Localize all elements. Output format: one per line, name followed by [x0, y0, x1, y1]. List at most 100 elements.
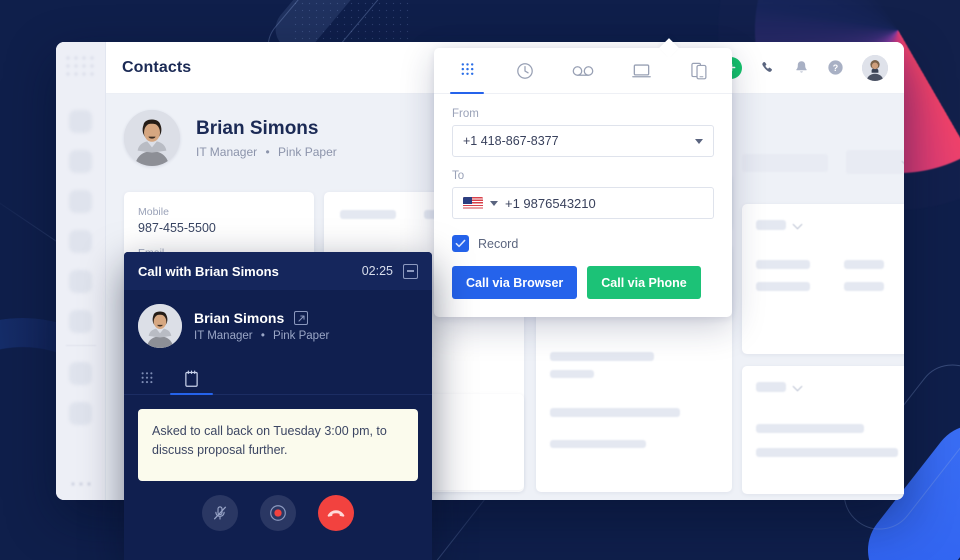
call-contact-role: IT Manager — [194, 330, 253, 342]
record-row[interactable]: Record — [452, 235, 714, 252]
notepad-icon — [185, 370, 198, 387]
call-timer: 02:25 — [361, 264, 393, 278]
from-select[interactable]: +1 418-867-8377 — [452, 125, 714, 157]
placeholder-bar — [756, 424, 864, 433]
devices-icon — [691, 62, 707, 79]
call-window-header: Call with Brian Simons 02:25 — [124, 252, 432, 290]
contact-avatar — [124, 110, 180, 166]
sidebar-item-placeholder[interactable] — [69, 402, 92, 425]
placeholder-bar — [742, 154, 828, 172]
help-button[interactable]: ? — [827, 59, 844, 76]
call-contact-name: Brian Simons — [194, 310, 285, 326]
call-note[interactable]: Asked to call back on Tuesday 3:00 pm, t… — [138, 409, 418, 481]
call-tab-notes[interactable] — [170, 364, 213, 395]
voicemail-icon — [572, 65, 594, 76]
phone-number-input[interactable] — [505, 195, 703, 211]
dialer-actions: Call via Browser Call via Phone — [452, 266, 714, 299]
dialer-body: From +1 418-867-8377 To Record — [434, 94, 732, 317]
page-title: Contacts — [122, 58, 192, 76]
sidebar-item-placeholder[interactable] — [69, 150, 92, 173]
country-flag-icon — [463, 196, 483, 210]
placeholder-bar — [756, 260, 810, 269]
top-bar-actions: ? — [720, 54, 888, 81]
contact-name: Brian Simons — [196, 117, 319, 139]
mute-button[interactable] — [202, 495, 238, 531]
from-label: From — [452, 108, 479, 120]
field-value-mobile: 987-455-5500 — [138, 221, 216, 235]
svg-text:?: ? — [833, 63, 838, 73]
clock-icon — [517, 62, 533, 79]
sidebar-item-placeholder[interactable] — [69, 230, 92, 253]
placeholder-bar — [550, 370, 594, 378]
placeholder-dropdown[interactable] — [846, 150, 904, 174]
sidebar-item-placeholder[interactable] — [69, 270, 92, 293]
desktop-icon — [631, 63, 651, 77]
call-window-tabs — [124, 356, 432, 395]
avatar-image — [124, 110, 180, 166]
field-label-mobile: Mobile — [138, 206, 169, 218]
call-contact-subtitle: IT Manager • Pink Paper — [194, 330, 329, 342]
sidebar-divider — [66, 345, 96, 346]
phone-button[interactable] — [760, 60, 776, 76]
call-via-phone-button[interactable]: Call via Phone — [587, 266, 701, 299]
chevron-down-icon[interactable] — [792, 219, 803, 230]
placeholder-bar — [550, 408, 680, 417]
contact-company: Pink Paper — [278, 144, 337, 159]
placeholder-bar — [844, 260, 884, 269]
tab-dialpad[interactable] — [438, 48, 496, 94]
call-contact: Brian Simons IT Manager • Pink Paper — [124, 290, 432, 348]
call-via-browser-button[interactable]: Call via Browser — [452, 266, 578, 299]
sidebar-rail — [56, 42, 106, 500]
call-controls — [124, 495, 432, 531]
app-logo — [64, 54, 98, 76]
separator: • — [260, 330, 265, 342]
tab-voicemail[interactable] — [554, 48, 612, 93]
mic-muted-icon — [213, 506, 227, 520]
dialer-popover: From +1 418-867-8377 To Record — [434, 38, 732, 317]
sidebar-item-placeholder[interactable] — [69, 190, 92, 213]
separator: • — [265, 144, 270, 159]
sidebar-more-icon[interactable] — [69, 480, 93, 486]
flag-canton — [463, 196, 472, 204]
record-label: Record — [478, 236, 519, 251]
sidebar-item-placeholder[interactable] — [69, 110, 92, 133]
country-chevron-down-icon[interactable] — [490, 200, 498, 206]
external-link-icon — [298, 314, 305, 322]
tab-devices[interactable] — [670, 48, 728, 93]
call-contact-identity: Brian Simons IT Manager • Pink Paper — [194, 310, 329, 342]
from-value: +1 418-867-8377 — [463, 134, 559, 148]
call-contact-company: Pink Paper — [273, 330, 330, 342]
contact-role: IT Manager — [196, 144, 258, 159]
sidebar-item-placeholder[interactable] — [69, 310, 92, 333]
placeholder-bar — [756, 282, 810, 291]
tab-history[interactable] — [496, 48, 554, 93]
call-tab-dialpad[interactable] — [140, 364, 154, 394]
to-label: To — [452, 170, 465, 182]
chevron-down-icon[interactable] — [792, 381, 803, 392]
dialpad-icon — [141, 372, 153, 384]
hangup-icon — [327, 510, 345, 517]
notifications-button[interactable] — [794, 60, 809, 76]
sidebar-item-placeholder[interactable] — [69, 362, 92, 385]
record-button[interactable] — [260, 495, 296, 531]
user-avatar[interactable] — [862, 54, 888, 81]
hangup-button[interactable] — [318, 495, 354, 531]
dialer-tabs — [434, 48, 732, 94]
open-external-button[interactable] — [294, 311, 309, 325]
tab-desktop[interactable] — [612, 48, 670, 93]
chevron-down-icon — [695, 138, 703, 144]
avatar-image — [138, 304, 182, 348]
placeholder-bar — [756, 448, 898, 457]
contact-identity: Brian Simons IT Manager • Pink Paper — [196, 118, 337, 159]
bell-icon — [796, 60, 807, 73]
minimize-button[interactable] — [403, 263, 418, 279]
record-checkbox[interactable] — [452, 235, 469, 252]
avatar-image — [862, 54, 888, 81]
to-field[interactable] — [452, 187, 714, 219]
record-icon — [270, 505, 286, 521]
placeholder-bar — [550, 352, 654, 361]
phone-icon — [762, 61, 772, 72]
placeholder-bar — [844, 282, 884, 291]
placeholder-card — [742, 366, 904, 494]
help-icon: ? — [828, 60, 843, 75]
